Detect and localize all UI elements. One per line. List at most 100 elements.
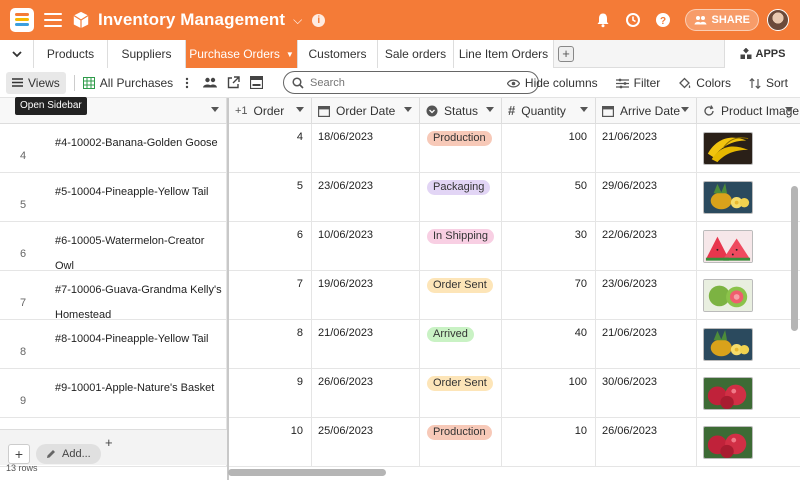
quantity-cell[interactable]: 50 xyxy=(502,173,596,222)
product-image-cell[interactable] xyxy=(697,418,800,467)
order-date-cell[interactable]: 21/06/2023 xyxy=(312,320,420,369)
quantity-cell[interactable]: 100 xyxy=(502,369,596,418)
status-cell[interactable]: Production xyxy=(420,124,502,173)
quantity-cell[interactable]: 30 xyxy=(502,222,596,271)
order-date-cell[interactable]: 10/06/2023 xyxy=(312,222,420,271)
primary-cell[interactable]: 8 #8-10004-Pineapple-Yellow Tail xyxy=(0,320,227,369)
tab-products[interactable]: Products xyxy=(34,40,108,68)
order-cell[interactable]: 6 xyxy=(229,222,312,271)
tab-customers[interactable]: Customers xyxy=(298,40,378,68)
order-cell[interactable]: 4 xyxy=(229,124,312,173)
hide-columns-button[interactable]: Hide columns xyxy=(506,76,598,90)
share-button[interactable]: SHARE xyxy=(685,9,759,31)
column-menu-icon[interactable] xyxy=(580,107,588,112)
order-date-cell[interactable]: 23/06/2023 xyxy=(312,173,420,222)
product-thumbnail[interactable] xyxy=(703,279,753,312)
product-thumbnail[interactable] xyxy=(703,328,753,361)
quantity-cell[interactable]: 10 xyxy=(502,418,596,467)
primary-cell[interactable]: 4 #4-10002-Banana-Golden Goose xyxy=(0,124,227,173)
status-cell[interactable]: Order Sent xyxy=(420,271,502,320)
order-cell[interactable]: 5 xyxy=(229,173,312,222)
table-row[interactable]: 6 #6-10005-Watermelon-Creator Owl 6 10/06/2… xyxy=(0,222,800,272)
product-thumbnail[interactable] xyxy=(703,230,753,263)
quantity-cell[interactable]: 100 xyxy=(502,124,596,173)
primary-cell[interactable]: 9 #9-10001-Apple-Nature's Basket xyxy=(0,369,227,418)
status-cell[interactable]: In Shipping xyxy=(420,222,502,271)
apps-button[interactable]: APPS xyxy=(724,40,800,68)
order-date-cell[interactable]: 19/06/2023 xyxy=(312,271,420,320)
column-header-order-date[interactable]: Order Date xyxy=(312,98,420,124)
hamburger-icon[interactable] xyxy=(44,13,62,27)
add-tab-button[interactable]: + xyxy=(558,46,574,62)
product-thumbnail[interactable] xyxy=(703,132,753,165)
add-options-button[interactable]: Add... xyxy=(36,444,101,464)
order-date-cell[interactable]: 26/06/2023 xyxy=(312,369,420,418)
search-input[interactable] xyxy=(310,76,520,89)
filter-button[interactable]: Filter xyxy=(615,76,660,90)
product-thumbnail[interactable] xyxy=(703,377,753,410)
add-record-button[interactable]: + xyxy=(8,444,30,464)
table-row[interactable]: 7 #7-10006-Guava-Grandma Kelly's Homestea… xyxy=(0,271,800,321)
quantity-cell[interactable]: 70 xyxy=(502,271,596,320)
primary-cell[interactable]: 5 #5-10004-Pineapple-Yellow Tail xyxy=(0,173,227,222)
product-image-cell[interactable] xyxy=(697,369,800,418)
product-image-cell[interactable] xyxy=(697,271,800,320)
history-icon[interactable] xyxy=(625,12,641,28)
chevron-down-icon[interactable]: ⌵ xyxy=(293,13,302,28)
sort-button[interactable]: Sort xyxy=(749,76,788,90)
views-button[interactable]: Views xyxy=(6,71,66,94)
status-cell[interactable]: Arrived xyxy=(420,320,502,369)
caret-down-icon[interactable]: ▼ xyxy=(286,50,294,59)
view-options-button[interactable] xyxy=(185,77,189,89)
order-cell[interactable]: 10 xyxy=(229,418,312,467)
primary-cell[interactable]: 7 #7-10006-Guava-Grandma Kelly's Homestea… xyxy=(0,271,227,321)
column-menu-icon[interactable] xyxy=(211,107,219,112)
avatar[interactable] xyxy=(767,9,789,31)
arrive-date-cell[interactable]: 23/06/2023 xyxy=(596,271,697,320)
column-header-quantity[interactable]: # Quantity xyxy=(502,98,596,124)
help-icon[interactable]: ? xyxy=(655,12,671,28)
table-row[interactable]: 9 #9-10001-Apple-Nature's Basket 9 26/06/20… xyxy=(0,369,800,418)
order-date-cell[interactable]: 25/06/2023 xyxy=(312,418,420,467)
tab-suppliers[interactable]: Suppliers xyxy=(108,40,186,68)
info-icon[interactable]: i xyxy=(312,13,326,27)
add-row-icon[interactable]: + xyxy=(105,435,113,450)
vertical-scrollbar[interactable] xyxy=(791,186,798,331)
share-view-button[interactable] xyxy=(227,76,240,89)
collapse-tabs-button[interactable] xyxy=(0,40,34,68)
table-row[interactable]: 5 #5-10004-Pineapple-Yellow Tail 5 23/06/20… xyxy=(0,173,800,222)
column-menu-icon[interactable] xyxy=(404,107,412,112)
tab-line-item-orders[interactable]: Line Item Orders xyxy=(454,40,554,68)
column-header-status[interactable]: Status xyxy=(420,98,502,124)
quantity-cell[interactable]: 40 xyxy=(502,320,596,369)
print-view-button[interactable] xyxy=(250,76,264,89)
column-menu-icon[interactable] xyxy=(785,107,793,112)
status-cell[interactable]: Packaging xyxy=(420,173,502,222)
primary-cell[interactable]: 6 #6-10005-Watermelon-Creator Owl xyxy=(0,222,227,272)
app-logo[interactable] xyxy=(10,8,34,32)
table-row[interactable]: 8 #8-10004-Pineapple-Yellow Tail 8 21/06/20… xyxy=(0,320,800,369)
frozen-column-divider[interactable] xyxy=(227,98,229,480)
column-header-arrive-date[interactable]: Arrive Date xyxy=(596,98,697,124)
arrive-date-cell[interactable]: 21/06/2023 xyxy=(596,124,697,173)
arrive-date-cell[interactable]: 21/06/2023 xyxy=(596,320,697,369)
column-menu-icon[interactable] xyxy=(681,107,689,112)
arrive-date-cell[interactable]: 22/06/2023 xyxy=(596,222,697,271)
column-header-order[interactable]: +1 Order xyxy=(229,98,312,124)
tab-sale-orders[interactable]: Sale orders xyxy=(378,40,454,68)
column-menu-icon[interactable] xyxy=(486,107,494,112)
order-cell[interactable]: 7 xyxy=(229,271,312,320)
search-box[interactable] xyxy=(283,71,539,94)
tab-purchase-orders[interactable]: Purchase Orders ▼ xyxy=(186,40,298,68)
product-image-cell[interactable] xyxy=(697,124,800,173)
table-row[interactable]: 4 #4-10002-Banana-Golden Goose 4 18/06/2023… xyxy=(0,124,800,173)
current-view-selector[interactable]: All Purchases xyxy=(82,76,173,90)
product-thumbnail[interactable] xyxy=(703,181,753,214)
product-thumbnail[interactable] xyxy=(703,426,753,459)
order-cell[interactable]: 9 xyxy=(229,369,312,418)
arrive-date-cell[interactable]: 30/06/2023 xyxy=(596,369,697,418)
column-header-product-image[interactable]: Product Image xyxy=(697,98,800,124)
product-image-cell[interactable] xyxy=(697,173,800,222)
arrive-date-cell[interactable]: 29/06/2023 xyxy=(596,173,697,222)
order-cell[interactable]: 8 xyxy=(229,320,312,369)
